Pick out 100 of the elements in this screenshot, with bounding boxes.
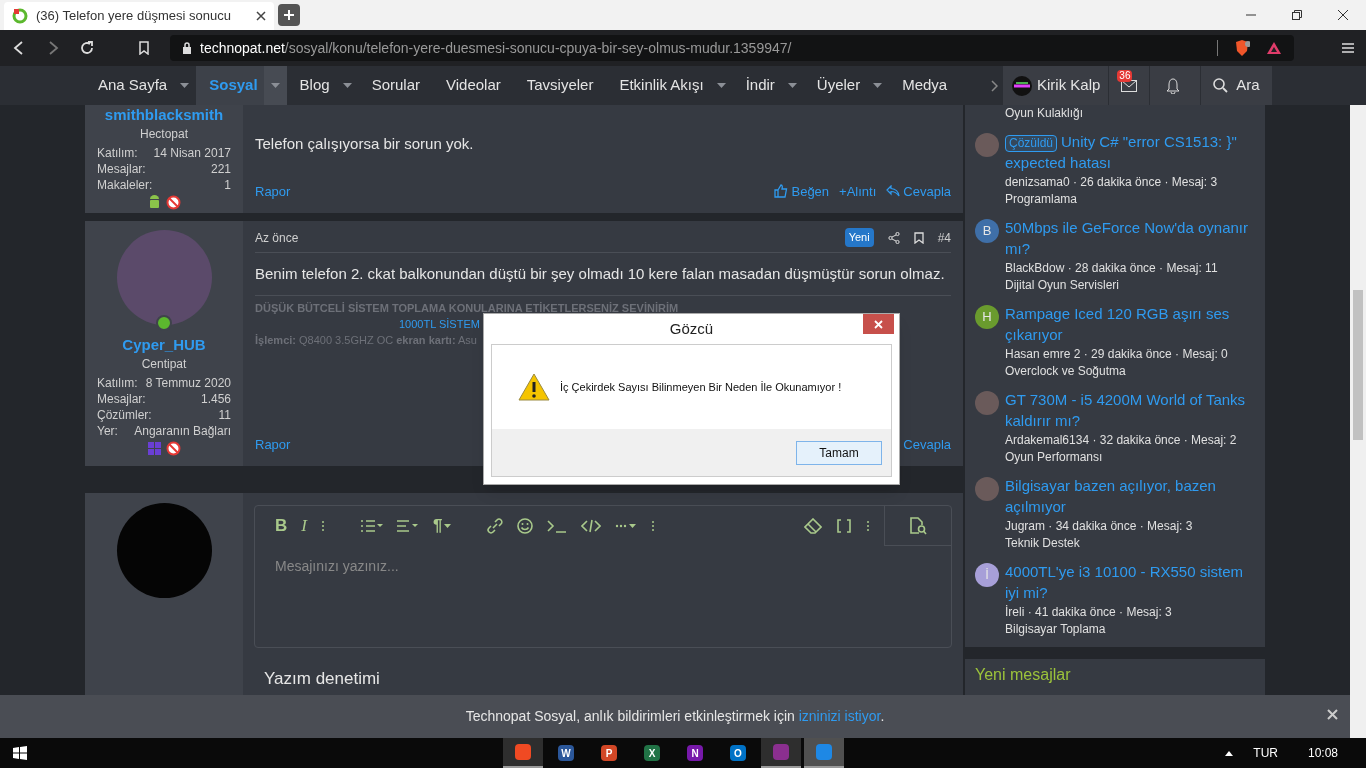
plus-icon	[283, 9, 295, 21]
scrollbar-thumb[interactable]	[1353, 290, 1363, 440]
nav-tab[interactable]: Üyeler	[803, 66, 867, 105]
username-link[interactable]: smithblacksmith	[85, 105, 243, 125]
nav-tab[interactable]: Sorular	[358, 66, 426, 105]
clock[interactable]: 10:08	[1307, 744, 1338, 762]
close-button[interactable]	[863, 314, 894, 334]
triangle-icon[interactable]	[1266, 41, 1282, 55]
app-logo: N	[687, 745, 703, 761]
bold-button[interactable]: B	[275, 513, 288, 539]
scrollbar[interactable]	[1350, 105, 1366, 738]
terminal-icon[interactable]	[547, 519, 568, 533]
nav-tab[interactable]: Ana Sayfa	[85, 66, 174, 105]
stat-value: Angaranın Bağları	[134, 423, 231, 439]
chevron-right-icon	[990, 79, 998, 92]
report-link[interactable]: Rapor	[255, 181, 291, 201]
thread-link[interactable]: Bilgisayar bazen açılıyor, bazen açılmıyor	[1005, 475, 1255, 517]
windows-icon	[13, 746, 27, 760]
language-indicator[interactable]: TUR	[1253, 744, 1278, 762]
thread-link[interactable]: 50Mbps ile GeForce Now'da oynanır mı?	[1005, 217, 1255, 259]
code-icon[interactable]	[581, 519, 602, 533]
more-options-icon[interactable]	[866, 520, 870, 532]
new-badge: Yeni	[844, 228, 874, 247]
search-icon	[1213, 78, 1229, 93]
app-logo: O	[730, 745, 746, 761]
report-link[interactable]: Rapor	[255, 434, 291, 454]
new-tab-button[interactable]	[278, 4, 300, 26]
italic-button[interactable]: I	[301, 513, 307, 539]
taskbar-app[interactable]: P	[589, 738, 629, 768]
thread-link[interactable]: Rampage Iced 120 RGB aşırı ses çıkarıyor	[1005, 303, 1255, 345]
share-icon[interactable]	[887, 231, 900, 244]
eraser-icon[interactable]	[804, 518, 822, 534]
taskbar-app[interactable]: X	[632, 738, 672, 768]
action-link[interactable]: Cevapla	[886, 181, 951, 201]
link-icon[interactable]	[487, 518, 504, 534]
brackets-icon[interactable]	[836, 518, 852, 534]
caret-icon	[342, 83, 352, 88]
preview-button[interactable]	[884, 506, 951, 546]
list-icon[interactable]	[360, 519, 383, 533]
nav-tab[interactable]: Tavsiyeler	[513, 66, 600, 105]
action-link[interactable]: +Alıntı	[839, 181, 877, 201]
forum-name: Bilgisayar Toplama	[1005, 621, 1107, 637]
action-link[interactable]: Beğen	[774, 181, 830, 201]
no-symbol-icon	[166, 441, 181, 456]
post-body: Benim telefon 2. ckat balkonundan düştü bir şey olmadı 10 kere falan masadan düşmüştür sorun olmaz.	[255, 263, 951, 296]
paragraph-button[interactable]: ¶	[432, 513, 452, 539]
app-logo: W	[558, 745, 574, 761]
nav-tab[interactable]: Blog	[286, 66, 336, 105]
taskbar-app[interactable]	[804, 738, 844, 768]
taskbar-app[interactable]: W	[546, 738, 586, 768]
site-logo-icon	[12, 8, 28, 24]
nav-tab[interactable]: Videolar	[433, 66, 507, 105]
browser-tab[interactable]: (36) Telefon yere düşmesi sonucu	[4, 2, 274, 30]
taskbar-app[interactable]: O	[718, 738, 758, 768]
nav-tab[interactable]: Medya	[889, 66, 954, 105]
align-icon[interactable]	[396, 519, 419, 533]
post-body: Telefon çalışıyorsa bir sorun yok.	[255, 134, 475, 154]
smiley-icon[interactable]	[517, 518, 534, 534]
dialog-title: Gözcü	[669, 318, 714, 339]
thread-link[interactable]: GT 730M - i5 4200M World of Tanks kaldırır mı?	[1005, 389, 1255, 431]
thread-meta: denizsama0 · 26 dakika önce · Mesaj: 3	[1005, 174, 1219, 191]
ok-button[interactable]: Tamam	[796, 440, 882, 465]
chevron-up-icon[interactable]	[1225, 750, 1234, 756]
signature-link[interactable]: 1000TL SİSTEM	[399, 317, 480, 330]
dropdown-toggle[interactable]	[263, 66, 287, 105]
stat-label: Mesajlar:	[97, 161, 146, 177]
caret-icon	[270, 83, 280, 88]
nav-tab[interactable]: İndir	[732, 66, 781, 105]
more-options-icon[interactable]	[651, 520, 656, 532]
user-menu[interactable]: Kirik Kalp	[1003, 66, 1109, 105]
stat-value: 1	[224, 177, 231, 193]
stat-label: Yer:	[97, 423, 118, 439]
forum-name: Programlama	[1005, 191, 1079, 207]
bookmark-icon[interactable]	[913, 231, 924, 244]
message-editor[interactable]: B I ¶ Mesajınızı yazınız...	[254, 505, 952, 648]
thread-link[interactable]: Çözüldü Unity C# "error CS1513: }" expected hatası	[1005, 131, 1255, 173]
section-heading: Yazım denetimi	[264, 668, 381, 690]
address-field[interactable]: technopat.net/sosyal/konu/telefon-yere-duesmesi-sonucu-cpuya-bir-sey-olmus-mudur.1359947/	[170, 35, 1294, 61]
close-icon[interactable]	[256, 11, 266, 21]
post-number[interactable]: #4	[937, 228, 951, 247]
more-insert-icon[interactable]	[615, 522, 638, 530]
avatar-icon	[1011, 74, 1033, 97]
menu-icon[interactable]	[1342, 42, 1354, 54]
reload-icon[interactable]	[80, 41, 94, 55]
avatar-placeholder	[975, 391, 999, 415]
stat-label: Çözümler:	[97, 407, 152, 423]
nav-tab[interactable]: Etkinlik Akışı	[606, 66, 710, 105]
taskbar-app[interactable]	[761, 738, 801, 768]
unread-count: 36	[1117, 70, 1133, 82]
user-name: Kirik Kalp	[1037, 75, 1101, 96]
stat-label: Katılım:	[97, 145, 138, 161]
caret-icon	[180, 83, 190, 88]
thread-link[interactable]: 4000TL'ye i3 10100 - RX550 sistem iyi mi?	[1005, 561, 1255, 603]
bookmark-icon[interactable]	[138, 41, 150, 55]
warning-icon	[518, 373, 550, 401]
stat-value: 8 Temmuz 2020	[145, 375, 231, 391]
taskbar-app[interactable]: N	[675, 738, 715, 768]
taskbar-app[interactable]	[503, 738, 543, 768]
username-link[interactable]: Cyper_HUB	[85, 335, 243, 355]
more-options-icon[interactable]	[320, 520, 325, 532]
